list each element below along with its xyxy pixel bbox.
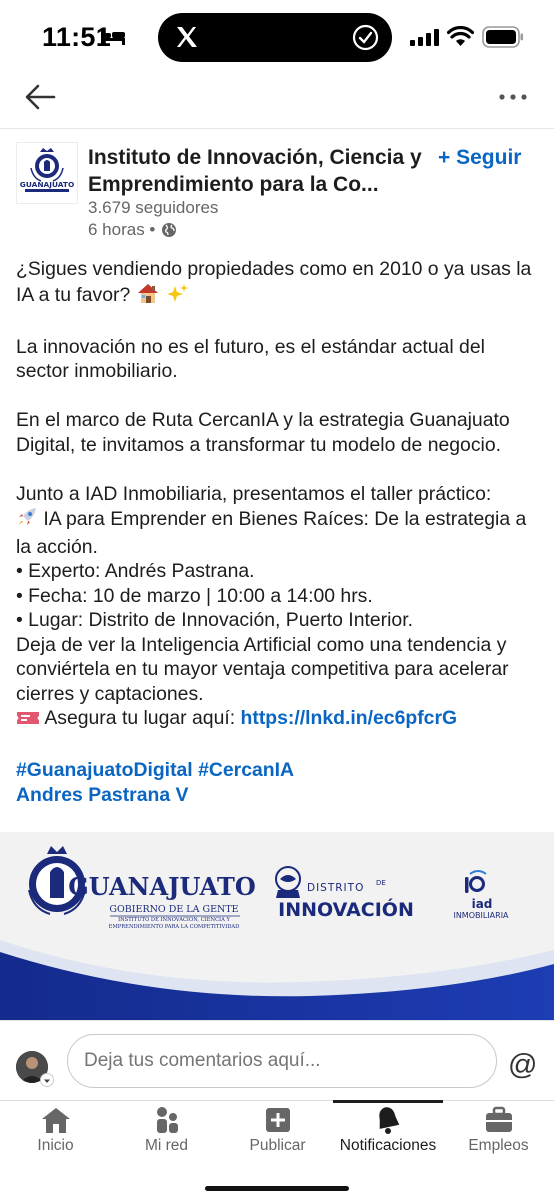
tab-label-inicio: Inicio <box>37 1137 74 1154</box>
more-options-icon[interactable] <box>498 92 528 102</box>
logo-de: DE <box>376 879 386 887</box>
hashtags[interactable]: #GuanajuatoDigital #CercanIA <box>16 758 538 783</box>
battery-icon <box>482 26 523 48</box>
back-arrow-icon[interactable] <box>24 83 56 111</box>
guanajuato-seal-icon: GUANAJUATO <box>20 148 74 192</box>
follow-button[interactable]: + Seguir <box>438 144 521 171</box>
bullet-location: • Lugar: Distrito de Innovación, Puerto … <box>16 609 413 631</box>
post-paragraph-2: La innovación no es el futuro, es el est… <box>16 335 485 383</box>
post-text: ¿Sigues vendiendo propiedades como en 20… <box>16 257 538 807</box>
tab-label-notificaciones: Notificaciones <box>339 1137 437 1154</box>
status-bar: 11:51 <box>0 0 554 74</box>
post-header-bar <box>0 74 554 129</box>
sleep-focus-icon <box>101 30 125 45</box>
post-timestamp: 6 horas • <box>88 220 177 240</box>
logo-distrito: DISTRITO <box>307 882 364 894</box>
workshop-title: IA para Emprender en Bienes Raíces: De l… <box>16 506 527 558</box>
tab-label-mi-red: Mi red <box>144 1137 189 1154</box>
dynamic-island <box>158 13 392 62</box>
tab-label-empleos: Empleos <box>468 1137 529 1154</box>
comment-bar: @ <box>0 1020 554 1100</box>
avatar-logo-text: GUANAJUATO <box>20 180 74 189</box>
post-paragraph-5: Deja de ver la Inteligencia Artificial c… <box>16 633 509 705</box>
comment-input[interactable] <box>67 1034 497 1088</box>
chevron-down-icon[interactable] <box>40 1073 54 1087</box>
briefcase-icon <box>485 1106 512 1132</box>
bullet-date: • Fecha: 10 de marzo | 10:00 a 14:00 hrs… <box>16 584 373 607</box>
home-indicator <box>205 1186 349 1191</box>
post-paragraph-4: Junto a IAD Inmobiliaria, presentamos el… <box>16 482 492 505</box>
home-icon <box>41 1108 70 1133</box>
event-banner-graphic: GUANAJUATO GOBIERNO DE LA GENTE INSTITUT… <box>0 832 554 1020</box>
post-age: 6 horas • <box>88 220 156 239</box>
x-app-icon <box>177 27 197 47</box>
tab-mi-red[interactable]: Mi red <box>111 1101 222 1171</box>
rocket-emoji-icon <box>16 506 38 535</box>
post-intro: ¿Sigues vendiendo propiedades como en 20… <box>16 257 538 310</box>
mention-at-icon[interactable]: @ <box>508 1049 537 1082</box>
tab-empleos[interactable]: Empleos <box>443 1101 554 1171</box>
cellular-signal-icon <box>410 29 439 46</box>
logo-guanajuato: GUANAJUATO <box>68 872 256 901</box>
bottom-tab-bar: Inicio Mi red Publicar Notificaciones Em… <box>0 1100 554 1200</box>
tab-inicio[interactable]: Inicio <box>0 1101 111 1171</box>
follower-count: 3.679 seguidores <box>88 198 219 217</box>
tab-label-publicar: Publicar <box>249 1137 306 1154</box>
bullet-expert: • Experto: Andrés Pastrana. <box>16 560 255 582</box>
tab-publicar[interactable]: Publicar <box>222 1101 333 1171</box>
ticket-emoji-icon <box>16 709 40 734</box>
logo-guanajuato-sub: GOBIERNO DE LA GENTE <box>109 904 238 915</box>
plus-square-icon <box>265 1108 290 1132</box>
post-paragraph-3: En el marco de Ruta CercanIA y la estrat… <box>16 409 510 456</box>
post-image[interactable]: GUANAJUATO GOBIERNO DE LA GENTE INSTITUT… <box>0 832 554 1020</box>
wifi-icon <box>447 26 474 46</box>
house-emoji-icon <box>136 282 160 311</box>
logo-institute-line2: EMPRENDIMIENTO PARA LA COMPETITIVIDAD <box>109 924 240 930</box>
globe-icon <box>162 223 177 237</box>
logo-iad: iad <box>472 897 493 911</box>
logo-iad-sub: INMOBILIARIA <box>453 911 509 920</box>
logo-institute-line1: INSTITUTO DE INNOVACIÓN, CIENCIA Y <box>118 915 230 923</box>
tab-notificaciones[interactable]: Notificaciones <box>333 1100 443 1171</box>
bell-icon <box>379 1107 400 1134</box>
registration-link[interactable]: https://lnkd.in/ec6pfcrG <box>241 707 458 729</box>
registration-cta: Asegura tu lugar aquí: https://lnkd.in/e… <box>16 706 538 734</box>
mention-link[interactable]: Andres Pastrana V <box>16 783 538 808</box>
sparkles-emoji-icon <box>165 282 189 311</box>
logo-innovacion: INNOVACIÓN <box>278 897 414 921</box>
organization-logo[interactable]: GUANAJUATO <box>16 142 78 204</box>
network-icon <box>156 1107 178 1133</box>
check-circle-icon <box>352 24 379 51</box>
post-author: GUANAJUATO Instituto de Innovación, Cien… <box>0 140 554 240</box>
author-name[interactable]: Instituto de Innovación, Ciencia y Empre… <box>88 144 432 198</box>
